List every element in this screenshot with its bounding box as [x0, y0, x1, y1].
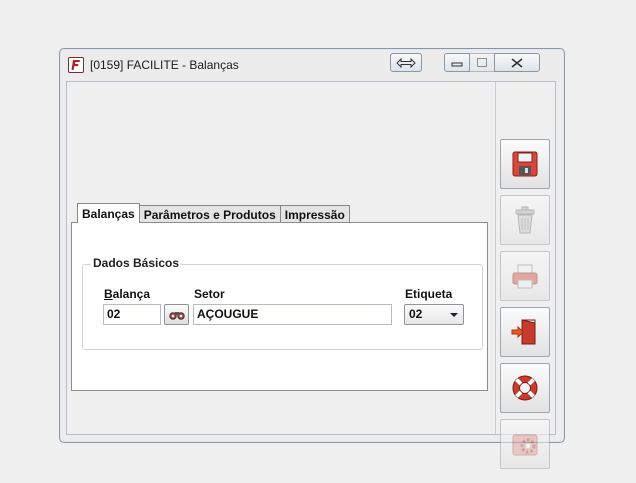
- double-arrow-icon: [396, 57, 416, 68]
- main-window: [0159] FACILITE - Balanças Balanças Parâ…: [59, 48, 565, 469]
- tab-balancas[interactable]: Balanças: [77, 203, 140, 223]
- group-dados-basicos: Dados Básicos Balança 02 Setor AÇOUGUE E…: [82, 256, 483, 350]
- group-title: Dados Básicos: [91, 256, 182, 270]
- tab-strip: Balanças Parâmetros e Produtos Impressão: [77, 203, 350, 223]
- printer-icon: [512, 264, 538, 289]
- close-button[interactable]: [494, 53, 540, 72]
- exit-door-icon: [511, 319, 536, 345]
- save-button[interactable]: [500, 139, 550, 189]
- chevron-down-icon: [450, 313, 458, 317]
- delete-button[interactable]: [500, 195, 550, 245]
- help-lifebuoy-icon: [512, 375, 538, 401]
- window-title: [0159] FACILITE - Balanças: [90, 58, 239, 72]
- balanca-input[interactable]: 02: [103, 304, 161, 325]
- etiqueta-label: Etiqueta: [405, 287, 453, 301]
- balanca-lookup-button[interactable]: [164, 304, 189, 325]
- etiqueta-selected-value: 02: [409, 307, 423, 321]
- toolbar-divider: [495, 82, 496, 434]
- client-area: Balanças Parâmetros e Produtos Impressão…: [66, 81, 556, 469]
- setor-label: Setor: [194, 287, 225, 301]
- tab-parametros-produtos[interactable]: Parâmetros e Produtos: [138, 205, 281, 223]
- minimize-icon: [451, 62, 463, 66]
- maximize-button[interactable]: [469, 53, 495, 72]
- print-button[interactable]: [500, 251, 550, 301]
- binoculars-icon: [168, 311, 185, 320]
- resize-toggle-button[interactable]: [390, 53, 422, 72]
- help-button[interactable]: [500, 363, 550, 413]
- settings-button[interactable]: [500, 419, 550, 469]
- maximize-icon: [477, 57, 487, 67]
- trash-icon: [515, 206, 535, 234]
- setor-input[interactable]: AÇOUGUE: [193, 304, 392, 325]
- tab-page-balancas: Dados Básicos Balança 02 Setor AÇOUGUE E…: [71, 222, 488, 391]
- tab-impressao[interactable]: Impressão: [279, 205, 350, 223]
- balanca-label: Balança: [104, 287, 151, 301]
- save-icon: [512, 151, 538, 177]
- exit-button[interactable]: [500, 307, 550, 357]
- title-bar[interactable]: [0159] FACILITE - Balanças: [60, 49, 564, 81]
- settings-gear-icon: [512, 434, 538, 456]
- minimize-button[interactable]: [444, 53, 470, 72]
- app-logo-icon[interactable]: [68, 57, 84, 73]
- close-icon: [511, 57, 523, 68]
- etiqueta-select[interactable]: 02: [404, 304, 464, 325]
